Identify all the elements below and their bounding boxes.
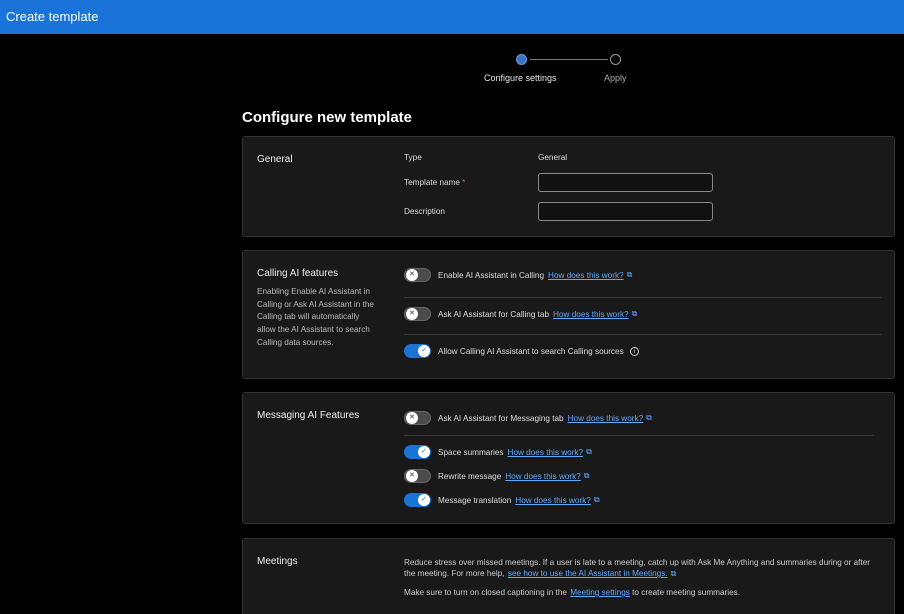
meetings-captioning-text: Make sure to turn on closed captioning i… <box>404 588 740 597</box>
toggle-label: Allow Calling AI Assistant to search Cal… <box>438 346 624 356</box>
check-icon: ✓ <box>418 494 430 506</box>
message-translation-toggle[interactable]: ✓ <box>404 493 431 507</box>
external-link-icon: ⧉ <box>670 569 677 578</box>
calling-toggle-row-1: ✕ Ask AI Assistant for Calling tab How d… <box>404 307 637 321</box>
messaging-title: Messaging AI Features <box>257 410 360 421</box>
toggle-label: Message translation <box>438 495 512 505</box>
general-card: General Type General Template name * Desc… <box>242 136 895 237</box>
external-link-icon: ⧉ <box>626 270 633 279</box>
messaging-toggle-row-0: ✕ Ask AI Assistant for Messaging tab How… <box>404 411 652 425</box>
toggle-label: Space summaries <box>438 447 504 457</box>
type-value: General <box>538 153 568 162</box>
x-icon: ✕ <box>406 269 418 281</box>
divider <box>404 297 882 298</box>
calling-toggle-row-0: ✕ Enable AI Assistant in Calling How doe… <box>404 268 632 282</box>
external-link-icon: ⧉ <box>631 309 638 318</box>
step-apply-indicator[interactable] <box>610 54 621 65</box>
check-icon: ✓ <box>418 446 430 458</box>
toggle-label: Ask AI Assistant for Messaging tab <box>438 413 564 423</box>
type-label: Type <box>404 153 422 162</box>
how-does-this-work-link[interactable]: How does this work? <box>508 448 584 457</box>
required-marker: * <box>461 178 466 187</box>
enable-ai-calling-toggle[interactable]: ✕ <box>404 268 431 282</box>
x-icon: ✕ <box>406 412 418 424</box>
meeting-settings-link[interactable]: Meeting settings <box>570 588 630 597</box>
external-link-icon: ⧉ <box>586 447 592 456</box>
step-connector <box>530 59 608 60</box>
step-configure-indicator[interactable] <box>516 54 527 65</box>
divider <box>404 334 882 335</box>
check-icon: ✓ <box>418 345 430 357</box>
title-bar: Create template <box>0 0 904 34</box>
toggle-label: Enable AI Assistant in Calling <box>438 270 545 280</box>
messaging-ai-card: Messaging AI Features ✕ Ask AI Assistant… <box>242 392 895 524</box>
toggle-label: Rewrite message <box>438 471 502 481</box>
step-configure-label: Configure settings <box>484 73 557 83</box>
template-name-label: Template name * <box>404 178 466 187</box>
step-apply-label: Apply <box>604 73 627 83</box>
space-summaries-toggle[interactable]: ✓ <box>404 445 431 459</box>
rewrite-message-toggle[interactable]: ✕ <box>404 469 431 483</box>
external-link-icon: ⧉ <box>593 495 600 504</box>
template-name-input[interactable] <box>538 173 713 192</box>
messaging-toggle-row-2: ✕ Rewrite message How does this work? ⧉ <box>404 469 590 483</box>
external-link-icon: ⧉ <box>583 471 590 480</box>
info-icon[interactable]: i <box>629 346 639 356</box>
external-link-icon: ⧉ <box>646 413 652 422</box>
messaging-toggle-row-1: ✓ Space summaries How does this work? ⧉ <box>404 445 592 459</box>
calling-title: Calling AI features <box>257 268 339 279</box>
how-does-this-work-link[interactable]: How does this work? <box>548 271 624 280</box>
allow-calling-search-toggle[interactable]: ✓ <box>404 344 431 358</box>
toggle-label: Ask AI Assistant for Calling tab <box>438 309 550 319</box>
calling-ai-card: Calling AI features Enabling Enable AI A… <box>242 250 895 379</box>
meetings-card: Meetings Reduce stress over missed meeti… <box>242 538 895 614</box>
x-icon: ✕ <box>406 470 418 482</box>
messaging-toggle-row-3: ✓ Message translation How does this work… <box>404 493 600 507</box>
meetings-intro-text: Reduce stress over missed meetings. If a… <box>404 558 870 578</box>
divider <box>404 435 874 436</box>
page-title: Configure new template <box>242 109 413 126</box>
how-does-this-work-link[interactable]: How does this work? <box>505 472 581 481</box>
ask-ai-calling-tab-toggle[interactable]: ✕ <box>404 307 431 321</box>
how-does-this-work-link[interactable]: How does this work? <box>553 310 629 319</box>
x-icon: ✕ <box>406 308 418 320</box>
window-title: Create template <box>6 9 99 24</box>
meetings-help-link[interactable]: see how to use the AI Assistant in Meeti… <box>508 569 668 578</box>
how-does-this-work-link[interactable]: How does this work? <box>515 496 591 505</box>
calling-toggle-row-2: ✓ Allow Calling AI Assistant to search C… <box>404 344 639 358</box>
meetings-title: Meetings <box>257 556 298 567</box>
how-does-this-work-link[interactable]: How does this work? <box>568 414 644 423</box>
stepper: Configure settings Apply <box>470 52 640 92</box>
calling-description: Enabling Enable AI Assistant in Calling … <box>257 287 374 347</box>
description-input[interactable] <box>538 202 713 221</box>
description-label: Description <box>404 207 445 216</box>
ask-ai-messaging-tab-toggle[interactable]: ✕ <box>404 411 431 425</box>
general-title: General <box>257 154 293 165</box>
